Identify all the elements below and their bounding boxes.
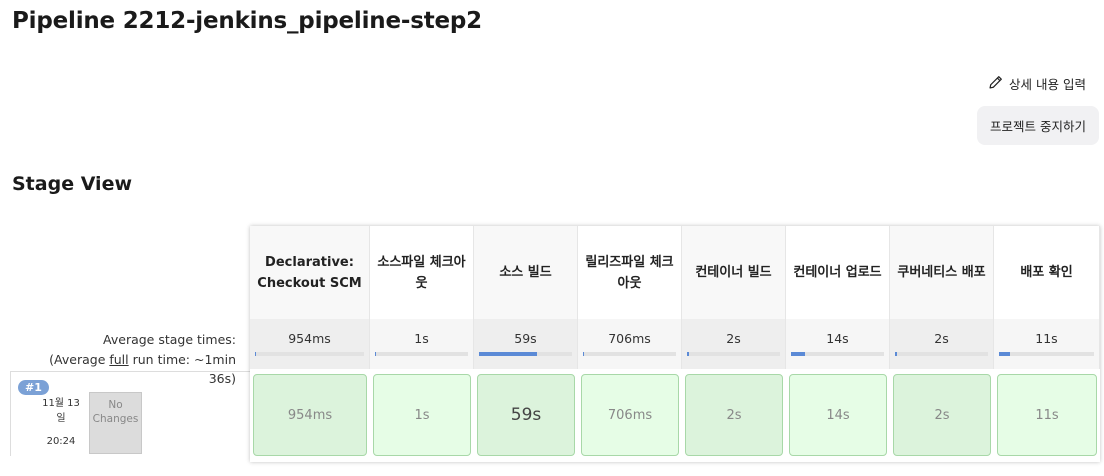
stage-run-cell[interactable]: 11s [997,374,1097,456]
stage-header[interactable]: 쿠버네티스 배포 [890,226,994,319]
stage-duration-bar [375,352,468,356]
stage-average-cell: 14s [786,319,890,369]
stage-column: 소스파일 체크아웃 1s 1s [370,226,474,462]
stage-average-cell: 954ms [250,319,370,369]
stage-average-time: 14s [826,331,849,346]
stage-average-cell: 59s [474,319,578,369]
stage-run-cell[interactable]: 14s [789,374,887,456]
stage-average-cell: 706ms [578,319,682,369]
build-time: 20:24 [46,436,76,447]
stage-run-cell[interactable]: 2s [893,374,991,456]
stage-average-time: 706ms [608,331,651,346]
stage-average-time: 954ms [288,331,331,346]
stage-duration-fill [479,352,537,356]
full-run-link[interactable]: full [109,352,128,367]
stage-header[interactable]: Declarative: Checkout SCM [250,226,370,319]
build-history-column: Average stage times: (Average full run t… [10,226,250,462]
stage-run-cell[interactable]: 2s [685,374,783,456]
edit-description-link[interactable]: 상세 내용 입력 [988,74,1086,93]
avg-run-time-text: (Average full run time: ~1min [49,352,236,367]
stage-run-cell[interactable]: 1s [373,374,471,456]
build-date: 11월 13 일 [42,398,80,424]
avg-run-time-tail: 36s) [208,371,236,386]
stage-duration-fill [583,352,584,356]
stage-average-time: 11s [1035,331,1058,346]
stage-average-time: 2s [726,331,741,346]
stage-header[interactable]: 소스 빌드 [474,226,578,319]
stage-average-cell: 1s [370,319,474,369]
stage-view-title: Stage View [12,173,133,195]
stage-average-time: 59s [514,331,537,346]
stage-duration-fill [255,352,257,356]
avg-stage-times-text: Average stage times: [103,332,236,347]
stage-average-time: 2s [934,331,949,346]
stage-duration-bar [479,352,572,356]
pencil-icon [988,75,1003,93]
stage-column: 컨테이너 업로드 14s 14s [786,226,890,462]
stage-header[interactable]: 컨테이너 빌드 [682,226,786,319]
stage-column: 배포 확인 11s 11s [994,226,1100,462]
stage-duration-bar [583,352,676,356]
stage-column: Declarative: Checkout SCM 954ms 954ms [250,226,370,462]
edit-description-label: 상세 내용 입력 [1009,77,1086,92]
stage-average-cell: 2s [682,319,786,369]
stage-header[interactable]: 릴리즈파일 체크아웃 [578,226,682,319]
stage-duration-fill [687,352,689,356]
page-title: Pipeline 2212-jenkins_pipeline-step2 [12,8,482,34]
stage-duration-bar [255,352,364,356]
stage-column: 소스 빌드 59s 59s [474,226,578,462]
stage-column: 쿠버네티스 배포 2s 2s [890,226,994,462]
stage-duration-fill [375,352,376,356]
stage-duration-bar [999,352,1094,356]
stage-column: 컨테이너 빌드 2s 2s [682,226,786,462]
stage-header[interactable]: 배포 확인 [994,226,1100,319]
stage-header[interactable]: 컨테이너 업로드 [786,226,890,319]
stage-header[interactable]: 소스파일 체크아웃 [370,226,474,319]
divider [10,371,11,456]
stage-duration-fill [791,352,805,356]
stage-average-time: 1s [414,331,429,346]
stage-run-cell[interactable]: 954ms [253,374,367,456]
divider [10,371,250,372]
stage-view: Average stage times: (Average full run t… [10,226,1100,462]
disable-project-button[interactable]: 프로젝트 중지하기 [977,106,1099,145]
stage-duration-bar [791,352,884,356]
stage-duration-bar [687,352,780,356]
stage-average-cell: 11s [994,319,1100,369]
stage-grid: Declarative: Checkout SCM 954ms 954ms 소스파일 … [250,226,1100,462]
average-times-label: Average stage times: (Average full run t… [49,330,236,370]
stage-duration-fill [895,352,897,356]
stage-run-cell[interactable]: 59s [477,374,575,456]
stage-average-cell: 2s [890,319,994,369]
no-changes-box: No Changes [89,392,142,454]
build-number-badge[interactable]: #1 [18,380,49,395]
stage-duration-bar [895,352,988,356]
stage-column: 릴리즈파일 체크아웃 706ms 706ms [578,226,682,462]
stage-duration-fill [999,352,1011,356]
stage-run-cell[interactable]: 706ms [581,374,679,456]
